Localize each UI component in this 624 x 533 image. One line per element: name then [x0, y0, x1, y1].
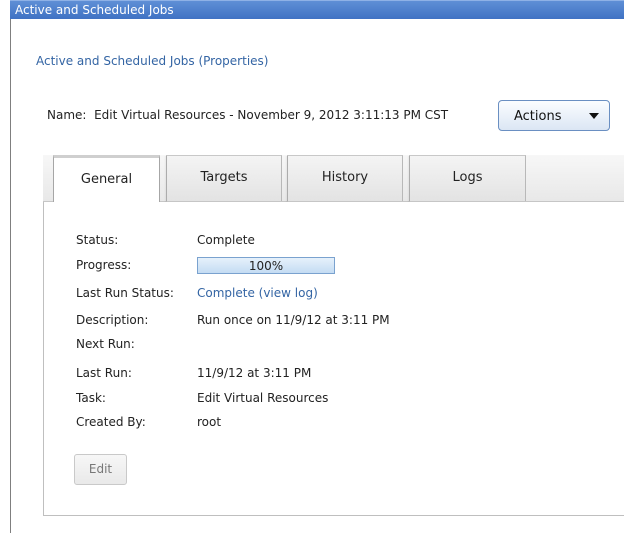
status-value: Complete — [197, 233, 255, 247]
actions-label: Actions — [514, 109, 562, 124]
created-by-value: root — [197, 415, 222, 429]
next-run-label: Next Run: — [76, 337, 135, 351]
last-run-status-label: Last Run Status: — [76, 286, 174, 300]
status-label: Status: — [76, 233, 119, 247]
progress-text: 100% — [248, 259, 284, 273]
tab-history[interactable]: History — [285, 155, 403, 202]
edit-button[interactable]: Edit — [74, 454, 127, 485]
window-titlebar: Active and Scheduled Jobs — [10, 0, 624, 19]
progress-label: Progress: — [76, 258, 132, 272]
tab-strip: General Targets History Logs — [43, 155, 624, 202]
last-run-label: Last Run: — [76, 366, 132, 380]
tab-general[interactable]: General — [53, 155, 160, 202]
created-by-label: Created By: — [76, 415, 146, 429]
tab-targets-label: Targets — [200, 170, 248, 185]
task-value: Edit Virtual Resources — [197, 391, 329, 405]
last-run-status-link[interactable]: Complete (view log) — [197, 286, 318, 300]
job-name-row: Name: Edit Virtual Resources - November … — [47, 108, 448, 122]
chevron-down-icon — [589, 113, 599, 119]
description-label: Description: — [76, 313, 149, 327]
tab-general-label: General — [80, 172, 133, 187]
properties-panel — [43, 155, 624, 516]
tab-logs[interactable]: Logs — [407, 155, 526, 202]
last-run-value: 11/9/12 at 3:11 PM — [197, 366, 312, 380]
window-frame-left — [10, 19, 11, 533]
breadcrumb[interactable]: Active and Scheduled Jobs (Properties) — [36, 54, 268, 68]
actions-button[interactable]: Actions — [498, 100, 610, 131]
tab-targets[interactable]: Targets — [164, 155, 282, 202]
tab-logs-label: Logs — [452, 170, 483, 185]
task-label: Task: — [76, 391, 106, 405]
job-name-label: Name: — [47, 108, 87, 122]
tab-history-label: History — [321, 170, 369, 185]
description-value: Run once on 11/9/12 at 3:11 PM — [197, 313, 390, 327]
job-name-value: Edit Virtual Resources - November 9, 201… — [94, 108, 449, 122]
progress-bar: 100% — [197, 257, 335, 274]
